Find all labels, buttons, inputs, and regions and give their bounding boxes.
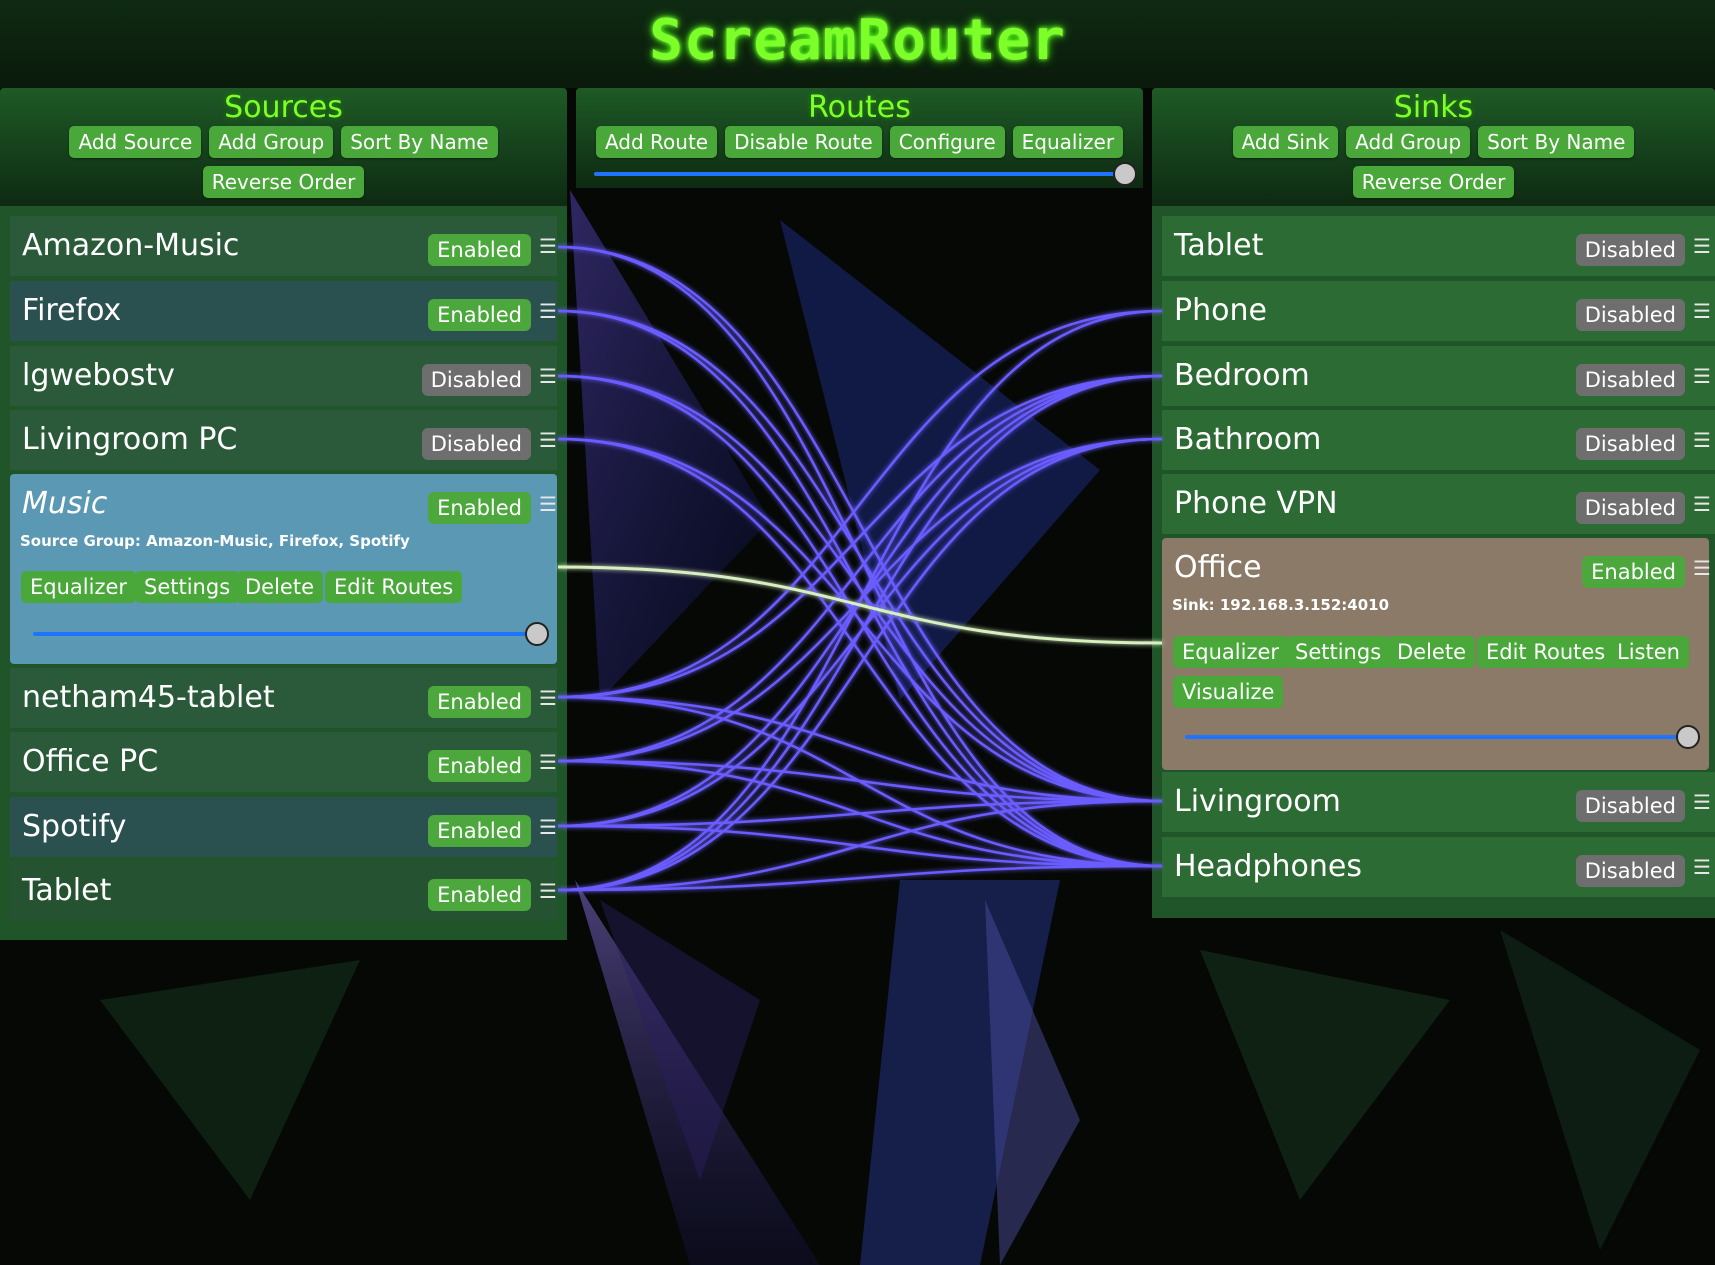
route-wire (557, 374, 1163, 828)
route-wires (557, 245, 1163, 892)
route-wire (557, 437, 1163, 892)
route-wire (557, 309, 1163, 803)
route-wire (557, 374, 1163, 803)
route-wire (557, 374, 1163, 699)
